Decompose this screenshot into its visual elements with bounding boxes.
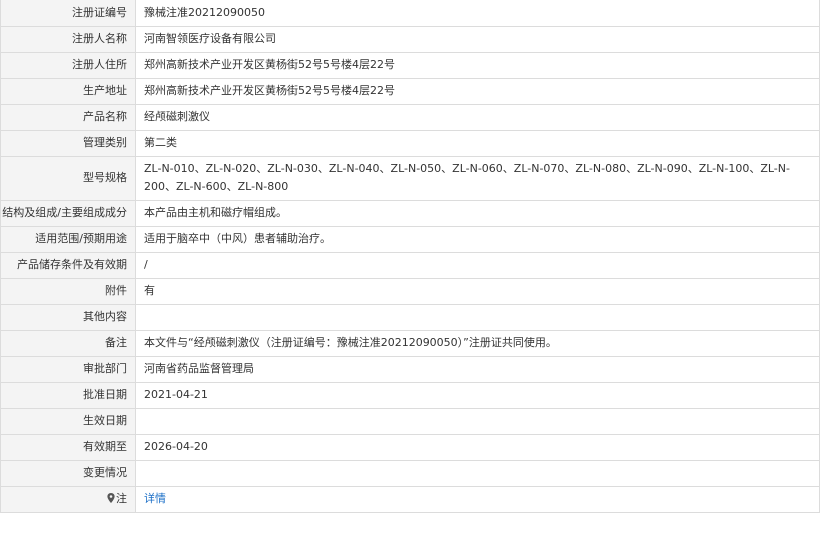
field-label: 注册人名称 <box>0 25 136 53</box>
row-model-spec: 型号规格 ZL-N-010、ZL-N-020、ZL-N-030、ZL-N-040… <box>0 155 820 201</box>
field-value: 经颅磁刺激仪 <box>135 103 820 131</box>
field-value: 本文件与“经颅磁刺激仪（注册证编号：豫械注准20212090050）”注册证共同… <box>135 329 820 357</box>
field-label: 变更情况 <box>0 459 136 487</box>
note-value-cell: 详情 <box>135 485 820 513</box>
field-label: 注册人住所 <box>0 51 136 79</box>
field-value: 豫械注准20212090050 <box>135 0 820 27</box>
row-registration-number: 注册证编号 豫械注准20212090050 <box>0 0 820 27</box>
row-approval-dept: 审批部门 河南省药品监督管理局 <box>0 355 820 383</box>
field-value: 河南省药品监督管理局 <box>135 355 820 383</box>
row-change-status: 变更情况 <box>0 459 820 487</box>
note-label-cell: 注 <box>0 485 136 513</box>
field-label: 管理类别 <box>0 129 136 157</box>
field-label: 产品名称 <box>0 103 136 131</box>
row-registrant-address: 注册人住所 郑州高新技术产业开发区黄杨街52号5号楼4层22号 <box>0 51 820 79</box>
field-label: 审批部门 <box>0 355 136 383</box>
field-label: 适用范围/预期用途 <box>0 225 136 253</box>
row-product-name: 产品名称 经颅磁刺激仪 <box>0 103 820 131</box>
field-value: 本产品由主机和磁疗帽组成。 <box>135 199 820 227</box>
row-structure: 结构及组成/主要组成成分 本产品由主机和磁疗帽组成。 <box>0 199 820 227</box>
registration-info-table: 注册证编号 豫械注准20212090050 注册人名称 河南智领医疗设备有限公司… <box>0 0 820 513</box>
field-label: 结构及组成/主要组成成分 <box>0 199 136 227</box>
row-registrant-name: 注册人名称 河南智领医疗设备有限公司 <box>0 25 820 53</box>
field-label: 产品储存条件及有效期 <box>0 251 136 279</box>
row-production-address: 生产地址 郑州高新技术产业开发区黄杨街52号5号楼4层22号 <box>0 77 820 105</box>
row-management-class: 管理类别 第二类 <box>0 129 820 157</box>
field-value: 2021-04-21 <box>135 381 820 409</box>
field-value <box>135 407 820 435</box>
field-label: 批准日期 <box>0 381 136 409</box>
field-value: 第二类 <box>135 129 820 157</box>
row-storage: 产品储存条件及有效期 / <box>0 251 820 279</box>
field-value: 郑州高新技术产业开发区黄杨街52号5号楼4层22号 <box>135 51 820 79</box>
field-label: 有效期至 <box>0 433 136 461</box>
row-other-content: 其他内容 <box>0 303 820 331</box>
row-attachment: 附件 有 <box>0 277 820 305</box>
row-intended-use: 适用范围/预期用途 适用于脑卒中（中风）患者辅助治疗。 <box>0 225 820 253</box>
row-approval-date: 批准日期 2021-04-21 <box>0 381 820 409</box>
field-value: 有 <box>135 277 820 305</box>
note-label: 注 <box>116 492 127 505</box>
row-valid-until: 有效期至 2026-04-20 <box>0 433 820 461</box>
field-label: 生产地址 <box>0 77 136 105</box>
details-link[interactable]: 详情 <box>144 492 166 505</box>
field-label: 注册证编号 <box>0 0 136 27</box>
field-label: 其他内容 <box>0 303 136 331</box>
field-value: ZL-N-010、ZL-N-020、ZL-N-030、ZL-N-040、ZL-N… <box>135 155 820 201</box>
field-value: 河南智领医疗设备有限公司 <box>135 25 820 53</box>
field-value <box>135 303 820 331</box>
row-remarks: 备注 本文件与“经颅磁刺激仪（注册证编号：豫械注准20212090050）”注册… <box>0 329 820 357</box>
row-effective-date: 生效日期 <box>0 407 820 435</box>
field-value: 适用于脑卒中（中风）患者辅助治疗。 <box>135 225 820 253</box>
row-note: 注 详情 <box>0 485 820 513</box>
field-label: 备注 <box>0 329 136 357</box>
field-label: 附件 <box>0 277 136 305</box>
map-pin-icon <box>107 493 115 503</box>
field-value <box>135 459 820 487</box>
field-label: 型号规格 <box>0 155 136 201</box>
field-value: / <box>135 251 820 279</box>
field-label: 生效日期 <box>0 407 136 435</box>
field-value: 2026-04-20 <box>135 433 820 461</box>
field-value: 郑州高新技术产业开发区黄杨街52号5号楼4层22号 <box>135 77 820 105</box>
